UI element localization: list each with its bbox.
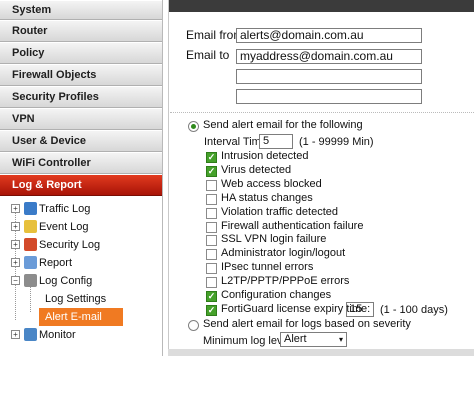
event-log-icon xyxy=(24,220,37,233)
tree-item-monitor[interactable]: + Monitor xyxy=(0,326,162,344)
interval-input[interactable]: 5 xyxy=(259,134,293,149)
nav-item-log-report[interactable]: Log & Report xyxy=(0,174,162,196)
expand-icon[interactable]: + xyxy=(11,330,20,339)
tree-label: Log Config xyxy=(39,275,93,287)
checkbox-l2tp-pptp-pppoe-errors[interactable] xyxy=(206,277,217,289)
email-to-label: Email to xyxy=(186,48,230,62)
checkbox-web-access-blocked[interactable] xyxy=(206,179,217,191)
checkbox-violation-traffic-detected[interactable] xyxy=(206,207,217,219)
checkbox-label: SSL VPN login failure xyxy=(221,233,327,246)
checkbox-ssl-vpn-login-failure[interactable] xyxy=(206,235,217,247)
monitor-icon xyxy=(24,328,37,341)
checkbox-admin-login-logout[interactable] xyxy=(206,249,217,261)
radio-send-following-label: Send alert email for the following xyxy=(203,119,363,131)
tree-item-event-log[interactable]: + Event Log xyxy=(0,218,162,236)
tree-label: Alert E-mail xyxy=(39,308,123,326)
tree-label: Traffic Log xyxy=(39,203,91,215)
checkbox-fortiguard-license-expiry[interactable]: ✓ xyxy=(206,304,217,316)
checkbox-ha-status-changes[interactable] xyxy=(206,193,217,205)
radio-send-severity-label: Send alert email for logs based on sever… xyxy=(203,318,411,330)
checkbox-label: FortiGuard license expiry time: xyxy=(221,302,371,315)
checkbox-label: Web access blocked xyxy=(221,177,322,190)
expand-icon[interactable]: + xyxy=(11,222,20,231)
checkbox-ipsec-tunnel-errors[interactable] xyxy=(206,263,217,275)
tree-item-security-log[interactable]: + Security Log xyxy=(0,236,162,254)
tree-item-traffic-log[interactable]: + Traffic Log xyxy=(0,200,162,218)
nav-item-vpn[interactable]: VPN xyxy=(0,108,162,130)
nav-item-wifi-controller[interactable]: WiFi Controller xyxy=(0,152,162,174)
tree-label: Log Settings xyxy=(45,293,107,305)
checkbox-virus-detected[interactable]: ✓ xyxy=(206,165,217,177)
traffic-log-icon xyxy=(24,202,37,215)
email-to-input-1[interactable]: myaddress@domain.com.au xyxy=(236,49,422,64)
checkbox-firewall-auth-failure[interactable] xyxy=(206,221,217,233)
checkbox-intrusion-detected[interactable]: ✓ xyxy=(206,152,217,163)
checkbox-label: Intrusion detected xyxy=(221,150,309,162)
email-to-input-2[interactable] xyxy=(236,69,422,84)
tree-label: Monitor xyxy=(39,329,76,341)
tree-label: Security Log xyxy=(39,239,101,251)
checkbox-label: HA status changes xyxy=(221,191,313,204)
interval-range: (1 - 99999 Min) xyxy=(299,136,374,148)
expand-icon[interactable]: + xyxy=(11,258,20,267)
log-config-icon xyxy=(24,274,37,287)
checkbox-label: L2TP/PPTP/PPPoE errors xyxy=(221,275,350,288)
checkbox-label: Administrator login/logout xyxy=(221,247,346,260)
nav-item-user-device[interactable]: User & Device xyxy=(0,130,162,152)
tree-item-log-settings[interactable]: Log Settings xyxy=(0,290,162,308)
footer-strip xyxy=(168,349,474,356)
radio-send-severity[interactable] xyxy=(188,320,199,331)
report-icon xyxy=(24,256,37,269)
nav-item-security-profiles[interactable]: Security Profiles xyxy=(0,86,162,108)
divider xyxy=(170,112,474,113)
checkbox-label: Configuration changes xyxy=(221,289,332,301)
min-log-level-select[interactable]: Alert ▾ xyxy=(280,332,347,347)
tree-item-report[interactable]: + Report xyxy=(0,254,162,272)
nav-item-firewall-objects[interactable]: Firewall Objects xyxy=(0,64,162,86)
expand-icon[interactable]: + xyxy=(11,240,20,249)
collapse-icon[interactable]: − xyxy=(11,276,20,285)
email-from-input[interactable]: alerts@domain.com.au xyxy=(236,28,422,43)
nav-item-policy[interactable]: Policy xyxy=(0,42,162,64)
chevron-down-icon: ▾ xyxy=(338,335,343,344)
tree-label: Report xyxy=(39,257,73,269)
tree-item-log-config[interactable]: − Log Config xyxy=(0,272,162,290)
nav-item-system[interactable]: System xyxy=(0,0,162,20)
email-from-label: Email from xyxy=(186,28,244,42)
radio-send-following[interactable] xyxy=(188,121,199,132)
expand-icon[interactable]: + xyxy=(11,204,20,213)
sidebar: System Router Policy Firewall Objects Se… xyxy=(0,0,163,400)
checkbox-label: IPsec tunnel errors xyxy=(221,261,314,274)
security-log-icon xyxy=(24,238,37,251)
license-days-range: (1 - 100 days) xyxy=(380,304,448,316)
tree-label: Event Log xyxy=(39,221,89,233)
checkbox-label: Violation traffic detected xyxy=(221,205,339,218)
header-band xyxy=(169,0,474,12)
log-report-tree: + Traffic Log + Event Log + Security Log… xyxy=(0,196,162,400)
checkbox-label: Firewall authentication failure xyxy=(221,219,364,232)
email-to-input-3[interactable] xyxy=(236,89,422,104)
nav-item-router[interactable]: Router xyxy=(0,20,162,42)
tree-item-alert-email[interactable]: Alert E-mail xyxy=(0,308,162,326)
min-log-level-value: Alert xyxy=(284,333,307,345)
checkbox-configuration-changes[interactable]: ✓ xyxy=(206,291,217,302)
checkbox-label: Virus detected xyxy=(221,163,292,176)
